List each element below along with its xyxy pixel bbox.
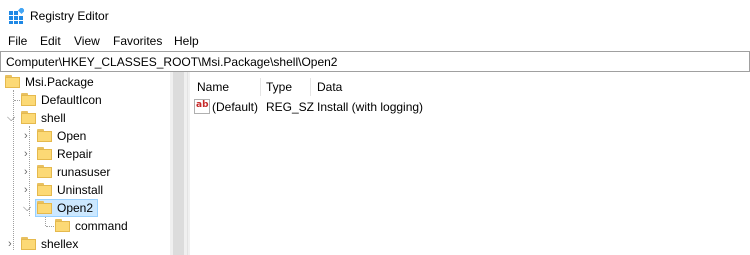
- menu-file[interactable]: File: [8, 34, 27, 48]
- column-divider[interactable]: [260, 78, 261, 96]
- scrollbar-thumb[interactable]: [173, 72, 184, 255]
- folder-icon: [37, 129, 52, 142]
- value-type: REG_SZ: [266, 100, 315, 114]
- menu-edit[interactable]: Edit: [40, 34, 61, 48]
- tree-scrollbar[interactable]: [170, 72, 187, 255]
- menu-help[interactable]: Help: [174, 34, 199, 48]
- folder-icon: [55, 219, 70, 232]
- registry-editor-icon: [8, 6, 26, 24]
- tree-item-label: Uninstall: [57, 183, 104, 197]
- chevron-down-icon[interactable]: ⌵: [7, 113, 17, 124]
- value-row[interactable]: ab (Default) REG_SZ Install (with loggin…: [194, 98, 750, 116]
- chevron-right-icon[interactable]: ›: [24, 185, 34, 196]
- tree-item-command[interactable]: command: [0, 217, 170, 235]
- tree-item-label: DefaultIcon: [41, 93, 102, 107]
- tree-item-msi-package[interactable]: Msi.Package: [0, 73, 170, 91]
- chevron-down-icon[interactable]: ⌵: [23, 203, 33, 214]
- tree-item-shellex[interactable]: › shellex: [0, 235, 170, 253]
- column-header-data[interactable]: Data: [317, 80, 342, 94]
- menu-bar: File Edit View Favorites Help: [0, 31, 750, 51]
- folder-icon: [37, 147, 52, 160]
- tree-item-open2[interactable]: ⌵ Open2: [0, 199, 170, 217]
- registry-tree: Msi.Package DefaultIcon ⌵ shell › Open ›…: [0, 72, 187, 255]
- address-path[interactable]: Computer\HKEY_CLASSES_ROOT\Msi.Package\s…: [6, 55, 337, 69]
- tree-item-shell[interactable]: ⌵ shell: [0, 109, 170, 127]
- tree-item-open[interactable]: › Open: [0, 127, 170, 145]
- tree-item-label: Open: [57, 129, 87, 143]
- folder-icon: [37, 183, 52, 196]
- menu-favorites[interactable]: Favorites: [113, 34, 162, 48]
- column-header-name[interactable]: Name: [197, 80, 229, 94]
- values-list: Name Type Data ab (Default) REG_SZ Insta…: [190, 72, 750, 255]
- tree-item-label: shellex: [41, 237, 79, 251]
- tree-item-label: Repair: [57, 147, 93, 161]
- chevron-right-icon[interactable]: ›: [24, 131, 34, 142]
- tree-item-defaulticon[interactable]: DefaultIcon: [0, 91, 170, 109]
- folder-icon: [21, 237, 36, 250]
- value-name: (Default): [212, 100, 259, 114]
- window-title: Registry Editor: [30, 9, 109, 23]
- folder-icon: [37, 201, 52, 214]
- tree-item-runasuser[interactable]: › runasuser: [0, 163, 170, 181]
- tree-item-repair[interactable]: › Repair: [0, 145, 170, 163]
- string-value-icon: ab: [194, 99, 210, 114]
- tree-item-label: Msi.Package: [25, 75, 94, 89]
- folder-icon: [21, 93, 36, 106]
- tree-item-label: runasuser: [57, 165, 111, 179]
- folder-icon: [21, 111, 36, 124]
- column-divider[interactable]: [310, 78, 311, 96]
- folder-icon: [5, 75, 20, 88]
- chevron-right-icon[interactable]: ›: [8, 239, 18, 250]
- tree-item-label: shell: [41, 111, 66, 125]
- tree-item-label: Open2: [57, 201, 94, 215]
- chevron-right-icon[interactable]: ›: [24, 167, 34, 178]
- value-data: Install (with logging): [317, 100, 424, 114]
- title-bar: Registry Editor: [0, 0, 750, 31]
- column-header-type[interactable]: Type: [266, 80, 292, 94]
- folder-icon: [37, 165, 52, 178]
- address-bar[interactable]: Computer\HKEY_CLASSES_ROOT\Msi.Package\s…: [0, 51, 750, 72]
- menu-view[interactable]: View: [74, 34, 100, 48]
- chevron-right-icon[interactable]: ›: [24, 149, 34, 160]
- tree-item-label: command: [75, 219, 128, 233]
- tree-item-uninstall[interactable]: › Uninstall: [0, 181, 170, 199]
